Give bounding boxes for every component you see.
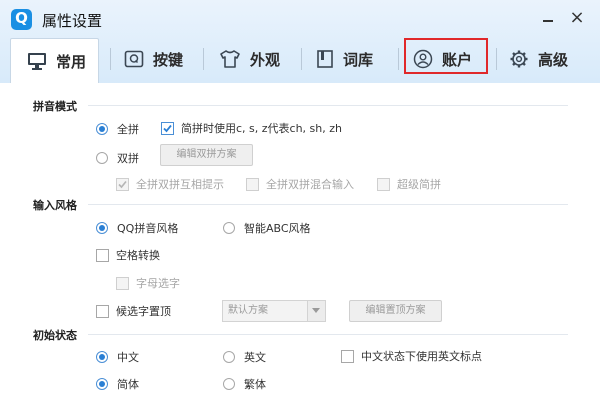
window-title: 属性设置: [42, 12, 103, 30]
top-scheme-select[interactable]: 默认方案: [222, 300, 326, 322]
monitor-icon: [28, 53, 46, 70]
key-q-icon: [124, 50, 144, 68]
checkbox-jianpin-csz[interactable]: 简拼时使用c, s, z代表ch, sh, zh: [161, 120, 342, 136]
minimize-icon: [543, 20, 553, 22]
top-scheme-select-value: 默认方案: [228, 305, 268, 316]
tab-divider: [301, 48, 302, 70]
section-title-input-style: 输入风格: [33, 199, 77, 212]
radio-indicator: [223, 222, 235, 234]
checkbox-letter-select[interactable]: 字母选字: [116, 275, 180, 291]
radio-quanpin[interactable]: 全拼: [96, 121, 139, 137]
account-tab-highlight: [404, 38, 488, 74]
checkbox-shuangpin-hint[interactable]: 全拼双拼互相提示: [116, 176, 224, 192]
checkbox-jianpin-csz-label: 简拼时使用c, s, z代表ch, sh, zh: [181, 122, 342, 135]
radio-chinese[interactable]: 中文: [96, 349, 139, 365]
section-title-initial-state: 初始状态: [33, 329, 77, 342]
edit-shuangpin-button[interactable]: 编辑双拼方案: [160, 144, 253, 166]
radio-indicator: [96, 222, 108, 234]
radio-shuangpin[interactable]: 双拼: [96, 150, 139, 166]
checkbox-space-convert-label: 空格转换: [116, 249, 160, 262]
radio-indicator: [223, 351, 235, 363]
radio-indicator: [96, 378, 108, 390]
tab-keys-label: 按键: [153, 50, 184, 69]
checkbox-indicator: [116, 177, 129, 191]
radio-simplified-label: 简体: [117, 378, 139, 391]
tab-keys[interactable]: 按键: [124, 38, 183, 80]
tab-appearance[interactable]: 外观: [219, 38, 280, 80]
radio-indicator: [96, 351, 108, 363]
checkbox-candidate-top-label: 候选字置顶: [116, 305, 171, 318]
book-icon: [317, 50, 333, 68]
tab-divider: [110, 48, 111, 70]
radio-indicator: [223, 378, 235, 390]
checkbox-indicator: [377, 177, 390, 191]
tab-lexicon-label: 词库: [343, 50, 374, 69]
checkbox-english-punct-label: 中文状态下使用英文标点: [361, 350, 482, 363]
settings-content: 拼音模式 全拼 简拼时使用c, s, z代表ch, sh, zh 双拼 编辑双拼…: [0, 83, 600, 400]
checkbox-indicator: [116, 276, 129, 290]
checkbox-candidate-top[interactable]: 候选字置顶: [96, 303, 171, 319]
tab-common[interactable]: 常用: [10, 38, 99, 83]
radio-chinese-label: 中文: [117, 351, 139, 364]
checkbox-super-jianpin-label: 超级简拼: [397, 178, 441, 191]
tab-divider: [398, 48, 399, 70]
checkbox-letter-select-label: 字母选字: [136, 277, 180, 290]
tab-divider: [496, 48, 497, 70]
radio-indicator: [96, 152, 108, 164]
checkbox-space-convert[interactable]: 空格转换: [96, 247, 160, 263]
close-button[interactable]: ×: [567, 8, 587, 28]
checkbox-indicator: [96, 248, 109, 262]
tab-advanced[interactable]: 高级: [509, 38, 568, 80]
gear-icon: [510, 50, 528, 68]
radio-qq-style[interactable]: QQ拼音风格: [96, 220, 178, 236]
section-title-pinyin-mode: 拼音模式: [33, 100, 77, 113]
minimize-button[interactable]: [538, 8, 558, 28]
section-divider: [88, 204, 568, 205]
radio-abc-style-label: 智能ABC风格: [244, 222, 311, 235]
checkbox-shuangpin-hint-label: 全拼双拼互相提示: [136, 178, 224, 191]
chevron-down-icon: [307, 301, 325, 321]
radio-english-label: 英文: [244, 351, 266, 364]
checkbox-indicator: [246, 177, 259, 191]
tab-appearance-label: 外观: [250, 50, 281, 69]
tab-common-label: 常用: [56, 52, 87, 71]
tab-advanced-label: 高级: [538, 50, 569, 69]
radio-traditional-label: 繁体: [244, 378, 266, 391]
checkmark-icon: [118, 180, 127, 188]
radio-shuangpin-label: 双拼: [117, 152, 139, 165]
checkbox-mixed-input-label: 全拼双拼混合输入: [266, 178, 354, 191]
radio-simplified[interactable]: 简体: [96, 376, 139, 392]
tab-lexicon[interactable]: 词库: [316, 38, 373, 80]
checkbox-english-punct[interactable]: 中文状态下使用英文标点: [341, 348, 482, 364]
radio-quanpin-label: 全拼: [117, 123, 139, 136]
section-divider: [88, 105, 568, 106]
tab-divider: [203, 48, 204, 70]
checkbox-mixed-input[interactable]: 全拼双拼混合输入: [246, 176, 354, 192]
app-logo-icon: Q: [11, 9, 32, 30]
window-header: Q 属性设置 × 常用 按键 外观 词库 账户 高级: [0, 0, 600, 90]
radio-qq-style-label: QQ拼音风格: [117, 222, 179, 235]
radio-traditional[interactable]: 繁体: [223, 376, 266, 392]
checkmark-icon: [163, 124, 172, 132]
radio-indicator: [96, 123, 108, 135]
title-bar: Q 属性设置 ×: [0, 0, 600, 36]
checkbox-indicator: [161, 121, 174, 135]
settings-window: Q 属性设置 × 常用 按键 外观 词库 账户 高级 拼音模式 全拼 简拼时使用…: [0, 0, 600, 400]
section-divider: [88, 334, 568, 335]
app-logo-letter: Q: [15, 9, 28, 27]
checkbox-indicator: [96, 304, 109, 318]
radio-abc-style[interactable]: 智能ABC风格: [223, 220, 311, 236]
tshirt-icon: [220, 50, 240, 68]
radio-english[interactable]: 英文: [223, 349, 266, 365]
checkbox-super-jianpin[interactable]: 超级简拼: [377, 176, 441, 192]
checkbox-indicator: [341, 349, 354, 363]
edit-top-scheme-button[interactable]: 编辑置顶方案: [349, 300, 442, 322]
